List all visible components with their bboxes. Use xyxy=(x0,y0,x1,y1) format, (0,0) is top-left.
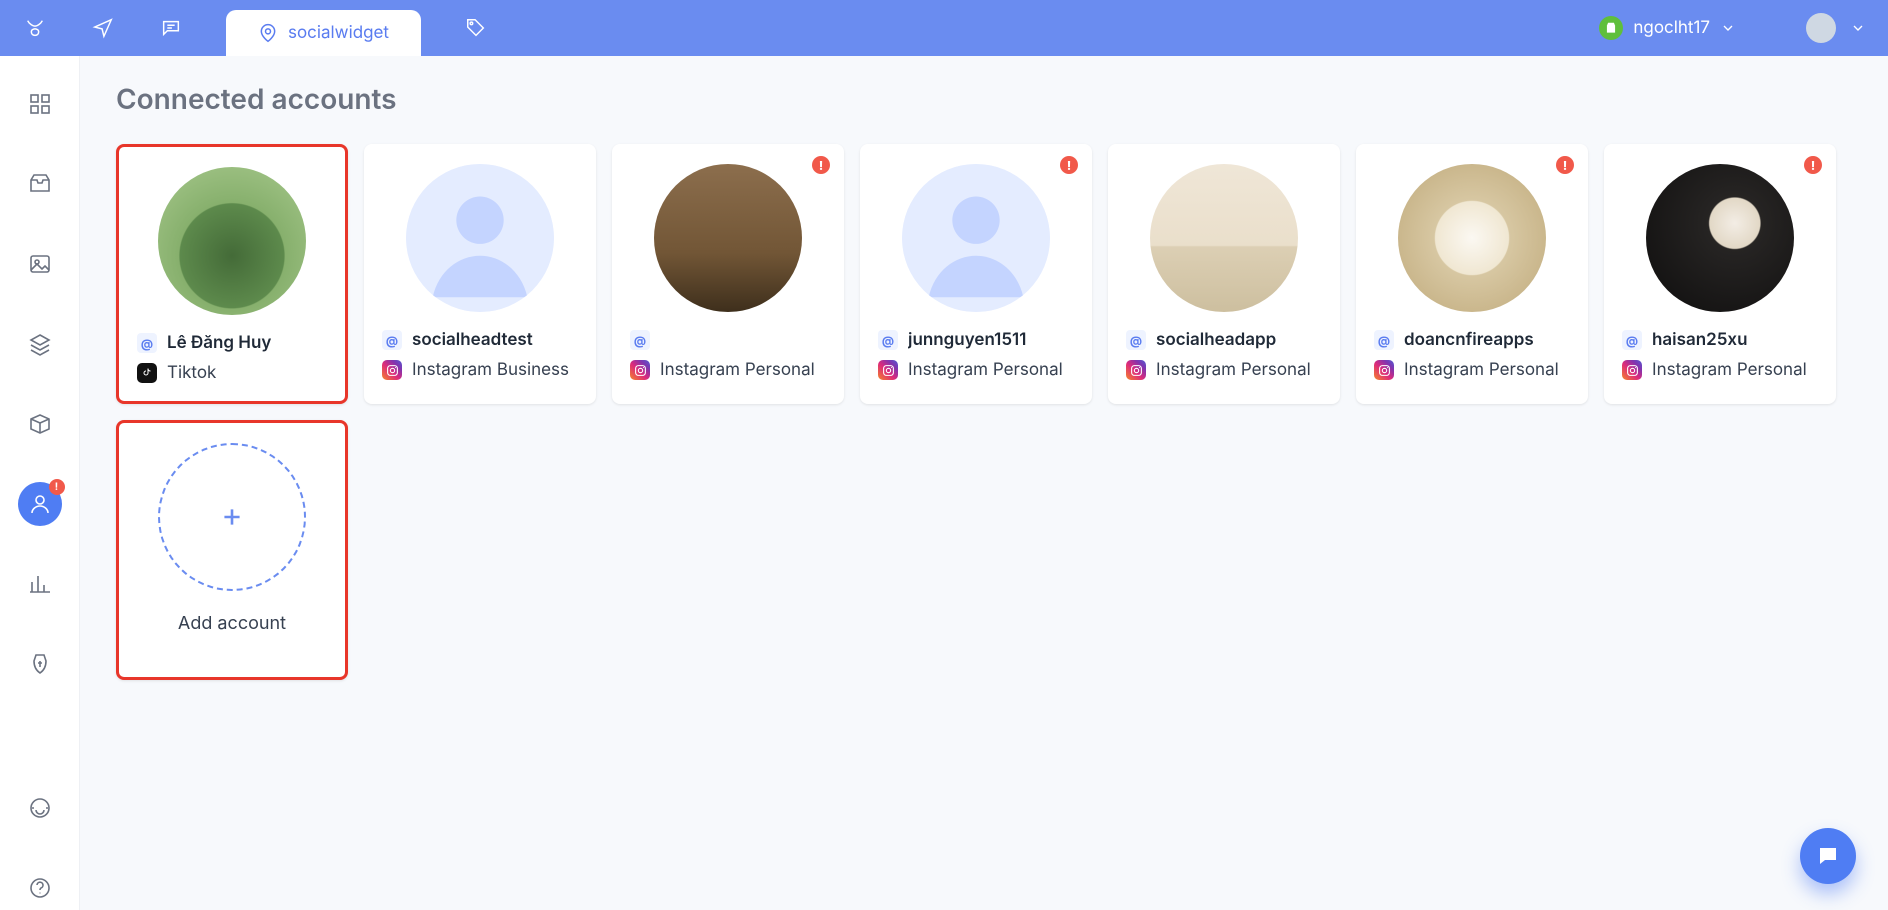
avatar xyxy=(1398,164,1546,312)
sidebar-item-inbox[interactable] xyxy=(18,162,62,206)
avatar-icon xyxy=(1806,13,1836,43)
at-icon: @ xyxy=(382,330,402,350)
account-card[interactable]: @ socialheadapp Instagram Personal xyxy=(1108,144,1340,404)
chat-icon[interactable] xyxy=(158,15,184,41)
store-switcher[interactable]: ngoclht17 xyxy=(1599,16,1736,40)
at-icon: @ xyxy=(1126,330,1146,350)
top-bar: socialwidget ngoclht17 xyxy=(0,0,1888,56)
plus-icon xyxy=(219,504,245,530)
app-shell: ! Connected accounts @ Lê Đăng Huy Tikto… xyxy=(0,56,1888,910)
platform-icon xyxy=(1374,360,1394,380)
platform-label: Instagram Personal xyxy=(908,360,1063,380)
warning-badge-icon: ! xyxy=(1556,156,1574,174)
at-icon: @ xyxy=(137,333,157,353)
platform-label: Tiktok xyxy=(167,363,216,383)
add-account-circle xyxy=(158,443,306,591)
platform-label: Instagram Personal xyxy=(660,360,815,380)
platform-label: Instagram Business xyxy=(412,360,569,380)
avatar xyxy=(1150,164,1298,312)
user-menu[interactable] xyxy=(1806,13,1866,43)
warning-badge-icon: ! xyxy=(812,156,830,174)
tab-label: socialwidget xyxy=(288,23,389,43)
sidebar-item-layers[interactable] xyxy=(18,322,62,366)
tab-socialwidget[interactable]: socialwidget xyxy=(226,10,421,56)
shopify-icon xyxy=(1599,16,1623,40)
platform-icon xyxy=(382,360,402,380)
platform-icon xyxy=(630,360,650,380)
main-content: Connected accounts @ Lê Đăng Huy Tiktok … xyxy=(80,56,1888,910)
at-icon: @ xyxy=(1622,330,1642,350)
sidebar-item-dashboard[interactable] xyxy=(18,82,62,126)
store-name: ngoclht17 xyxy=(1633,18,1710,38)
account-card[interactable]: @ junnguyen1511 Instagram Personal ! xyxy=(860,144,1092,404)
platform-label: Instagram Personal xyxy=(1404,360,1559,380)
sidebar-item-billing[interactable] xyxy=(18,642,62,686)
platform-label: Instagram Personal xyxy=(1652,360,1807,380)
sidebar-item-accounts[interactable]: ! xyxy=(18,482,62,526)
avatar xyxy=(406,164,554,312)
account-username: doancnfireapps xyxy=(1404,330,1534,350)
sidebar-item-products[interactable] xyxy=(18,402,62,446)
account-username: junnguyen1511 xyxy=(908,330,1026,350)
at-icon: @ xyxy=(878,330,898,350)
account-card[interactable]: @ doancnfireapps Instagram Personal ! xyxy=(1356,144,1588,404)
sidebar-item-analytics[interactable] xyxy=(18,562,62,606)
send-icon[interactable] xyxy=(90,15,116,41)
account-username: Lê Đăng Huy xyxy=(167,333,271,353)
platform-icon xyxy=(1126,360,1146,380)
account-card[interactable]: @ Instagram Personal ! xyxy=(612,144,844,404)
account-username: socialheadapp xyxy=(1156,330,1276,350)
avatar xyxy=(654,164,802,312)
warning-badge-icon: ! xyxy=(1060,156,1078,174)
account-card[interactable]: @ haisan25xu Instagram Personal ! xyxy=(1604,144,1836,404)
page-title: Connected accounts xyxy=(116,82,1888,116)
at-icon: @ xyxy=(1374,330,1394,350)
accounts-grid: @ Lê Đăng Huy Tiktok @ socialheadtest In… xyxy=(80,144,1888,680)
app-tab-wrap: socialwidget xyxy=(226,0,421,56)
add-account-card[interactable]: Add account xyxy=(116,420,348,680)
chevron-down-icon xyxy=(1850,20,1866,36)
platform-icon xyxy=(878,360,898,380)
sidebar-item-support[interactable] xyxy=(18,786,62,830)
avatar xyxy=(902,164,1050,312)
account-card[interactable]: @ socialheadtest Instagram Business xyxy=(364,144,596,404)
sidebar-item-gallery[interactable] xyxy=(18,242,62,286)
avatar xyxy=(1646,164,1794,312)
warning-badge-icon: ! xyxy=(1804,156,1822,174)
sidebar: ! xyxy=(0,56,80,910)
tag-icon[interactable] xyxy=(463,15,489,41)
add-account-label: Add account xyxy=(178,613,286,634)
logo-icon[interactable] xyxy=(22,15,48,41)
platform-icon xyxy=(137,363,157,383)
account-username: socialheadtest xyxy=(412,330,533,350)
account-card[interactable]: @ Lê Đăng Huy Tiktok xyxy=(116,144,348,404)
chat-fab[interactable] xyxy=(1800,828,1856,884)
at-icon: @ xyxy=(630,330,650,350)
avatar xyxy=(158,167,306,315)
platform-label: Instagram Personal xyxy=(1156,360,1311,380)
chevron-down-icon xyxy=(1720,20,1736,36)
account-username: haisan25xu xyxy=(1652,330,1747,350)
sidebar-item-help[interactable] xyxy=(18,866,62,910)
alert-badge-icon: ! xyxy=(49,479,65,495)
platform-icon xyxy=(1622,360,1642,380)
